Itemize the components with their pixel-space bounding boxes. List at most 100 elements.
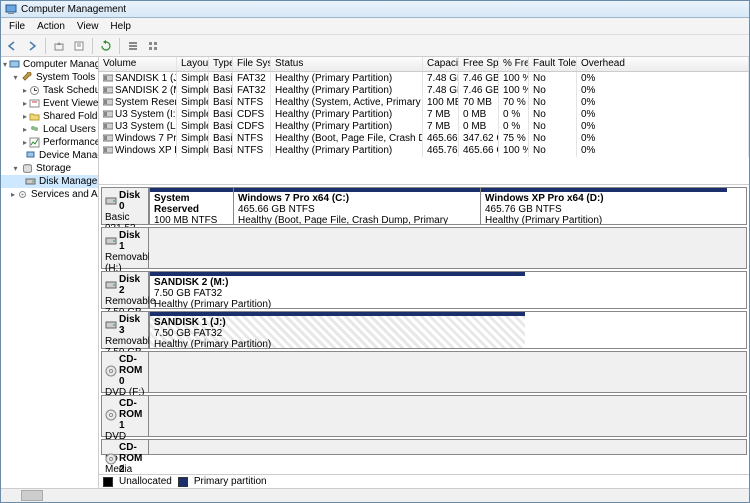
volume-row[interactable]: SANDISK 2 (M:)SimpleBasicFAT32Healthy (P…	[99, 84, 749, 96]
cell-ft: No	[529, 144, 577, 157]
tree-toggle-icon[interactable]: ▾	[11, 73, 20, 82]
forward-button[interactable]	[23, 37, 41, 55]
tree-toggle-icon[interactable]: ▸	[23, 125, 27, 134]
menu-help[interactable]: Help	[104, 19, 137, 34]
volume-row[interactable]: U3 System (I:)SimpleBasicCDFSHealthy (Pr…	[99, 108, 749, 120]
volume-row[interactable]: SANDISK 1 (J:)SimpleBasicFAT32Healthy (P…	[99, 72, 749, 84]
col-type[interactable]: Type	[209, 57, 233, 71]
tree-item-device-manager[interactable]: Device Manager	[1, 149, 98, 162]
volume-row[interactable]: System ReservedSimpleBasicNTFSHealthy (S…	[99, 96, 749, 108]
volume-icon	[103, 73, 113, 83]
partition[interactable]: SANDISK 1 (J:)7.50 GB FAT32Healthy (Prim…	[149, 312, 525, 348]
disk-name: Disk 3	[119, 314, 145, 336]
tree-toggle-icon[interactable]: ▸	[23, 86, 27, 95]
properties-button[interactable]	[70, 37, 88, 55]
volume-icon	[103, 145, 113, 155]
partition-status: Healthy (Primary Partition)	[485, 215, 723, 224]
disk-row[interactable]: CD-ROM 0DVD (F:)No Media	[101, 351, 747, 393]
volume-name: System Reserved	[115, 97, 177, 108]
disk-row[interactable]: Disk 0Basic931.52 GBOnlineSystem Reserve…	[101, 187, 747, 225]
disk-info[interactable]: CD-ROM 1DVD (G:)No Media	[101, 395, 149, 437]
col-filesystem[interactable]: File System	[233, 57, 271, 71]
disk-row[interactable]: Disk 3Removable7.50 GBOnlineSANDISK 1 (J…	[101, 311, 747, 349]
tree-item-services-and-application[interactable]: ▸Services and Applications	[1, 188, 98, 201]
disk-icon	[105, 235, 117, 247]
no-media-area[interactable]	[149, 439, 747, 455]
col-faulttol[interactable]: Fault Tolerance	[529, 57, 577, 71]
tree-toggle-icon[interactable]: ▸	[23, 112, 27, 121]
partition[interactable]: System Reserved100 MB NTFSHealthy (Syste…	[149, 188, 233, 224]
menu-file[interactable]: File	[3, 19, 31, 34]
disk-row[interactable]: CD-ROM 1DVD (G:)No Media	[101, 395, 747, 437]
horizontal-scrollbar[interactable]	[1, 488, 749, 502]
partition[interactable]: Windows XP Pro x64 (D:)465.76 GB NTFSHea…	[480, 188, 727, 224]
disk-info[interactable]: Disk 3Removable7.50 GBOnline	[101, 311, 149, 349]
disk-info[interactable]: CD-ROM 0DVD (F:)No Media	[101, 351, 149, 393]
disk-partitions: SANDISK 2 (M:)7.50 GB FAT32Healthy (Prim…	[149, 271, 747, 309]
disk-info[interactable]: Disk 0Basic931.52 GBOnline	[101, 187, 149, 225]
computer-icon	[9, 59, 21, 71]
device-icon	[25, 150, 37, 162]
volume-list[interactable]: Volume Layout Type File System Status Ca…	[99, 57, 749, 185]
tree-item-performance[interactable]: ▸Performance	[1, 136, 98, 149]
no-media-area[interactable]	[149, 351, 747, 393]
partition[interactable]: Windows 7 Pro x64 (C:)465.66 GB NTFSHeal…	[233, 188, 480, 224]
col-status[interactable]: Status	[271, 57, 423, 71]
disk-row[interactable]: CD-ROM 2CD-ROM (E:)	[101, 439, 747, 455]
cell-fs: NTFS	[233, 144, 271, 157]
tree-item-disk-management[interactable]: Disk Management	[1, 175, 98, 188]
col-freespace[interactable]: Free Space	[459, 57, 499, 71]
tree-item-storage[interactable]: ▾Storage	[1, 162, 98, 175]
event-icon	[29, 98, 41, 110]
disk-sub1: Removable	[105, 296, 145, 307]
col-pctfree[interactable]: % Free	[499, 57, 529, 71]
tree-item-label: Disk Management	[39, 176, 99, 187]
users-icon	[29, 124, 41, 136]
disk-info[interactable]: Disk 2Removable7.50 GBOnline	[101, 271, 149, 309]
disk-row[interactable]: Disk 1Removable (H:)No Media	[101, 227, 747, 269]
up-button[interactable]	[50, 37, 68, 55]
tree-item-label: Shared Folders	[43, 111, 99, 122]
cell-ov: 0%	[577, 144, 749, 157]
tree-toggle-icon[interactable]: ▾	[3, 60, 7, 69]
disk-info[interactable]: CD-ROM 2CD-ROM (E:)	[101, 439, 149, 455]
tree-item-label: System Tools	[36, 72, 95, 83]
volume-row[interactable]: Windows 7 Pro x64 (C:)SimpleBasicNTFSHea…	[99, 132, 749, 144]
menu-action[interactable]: Action	[31, 19, 71, 34]
refresh-button[interactable]	[97, 37, 115, 55]
tree-item-computer-management-loca[interactable]: ▾Computer Management (Local	[1, 58, 98, 71]
back-button[interactable]	[3, 37, 21, 55]
tree-item-task-scheduler[interactable]: ▸Task Scheduler	[1, 84, 98, 97]
col-overhead[interactable]: Overhead	[577, 57, 749, 71]
disk-partitions: System Reserved100 MB NTFSHealthy (Syste…	[149, 187, 747, 225]
volume-list-header[interactable]: Volume Layout Type File System Status Ca…	[99, 57, 749, 72]
tree-item-system-tools[interactable]: ▾ System Tools	[1, 71, 98, 84]
cell-type: Basic	[209, 144, 233, 157]
partition[interactable]: SANDISK 2 (M:)7.50 GB FAT32Healthy (Prim…	[149, 272, 525, 308]
view-list-button[interactable]	[124, 37, 142, 55]
navigation-tree[interactable]: ▾Computer Management (Local▾System Tools…	[1, 57, 99, 488]
tree-toggle-icon[interactable]: ▸	[11, 190, 15, 199]
disk-row[interactable]: Disk 2Removable7.50 GBOnlineSANDISK 2 (M…	[101, 271, 747, 309]
disk-name: CD-ROM 0	[119, 354, 145, 387]
menu-view[interactable]: View	[71, 19, 105, 34]
disk-info[interactable]: Disk 1Removable (H:)No Media	[101, 227, 149, 269]
volume-row[interactable]: U3 System (L:)SimpleBasicCDFSHealthy (Pr…	[99, 120, 749, 132]
volume-row[interactable]: Windows XP Pro x64 (D:)SimpleBasicNTFSHe…	[99, 144, 749, 156]
scroll-thumb[interactable]	[21, 490, 43, 501]
view-detail-button[interactable]	[144, 37, 162, 55]
col-volume[interactable]: Volume	[99, 57, 177, 71]
tree-toggle-icon[interactable]: ▸	[23, 99, 27, 108]
disk-graphical-view[interactable]: Disk 0Basic931.52 GBOnlineSystem Reserve…	[99, 185, 749, 474]
tree-toggle-icon[interactable]: ▾	[11, 164, 20, 173]
tree-item-local-users-and-groups[interactable]: ▸Local Users and Groups	[1, 123, 98, 136]
no-media-area[interactable]	[149, 227, 747, 269]
legend-swatch	[178, 477, 188, 487]
partition-size: 465.76 GB NTFS	[485, 204, 723, 215]
tree-item-event-viewer[interactable]: ▸Event Viewer	[1, 97, 98, 110]
tree-item-shared-folders[interactable]: ▸ Shared Folders	[1, 110, 98, 123]
no-media-area[interactable]	[149, 395, 747, 437]
col-layout[interactable]: Layout	[177, 57, 209, 71]
col-capacity[interactable]: Capacity	[423, 57, 459, 71]
tree-toggle-icon[interactable]: ▸	[23, 138, 27, 147]
